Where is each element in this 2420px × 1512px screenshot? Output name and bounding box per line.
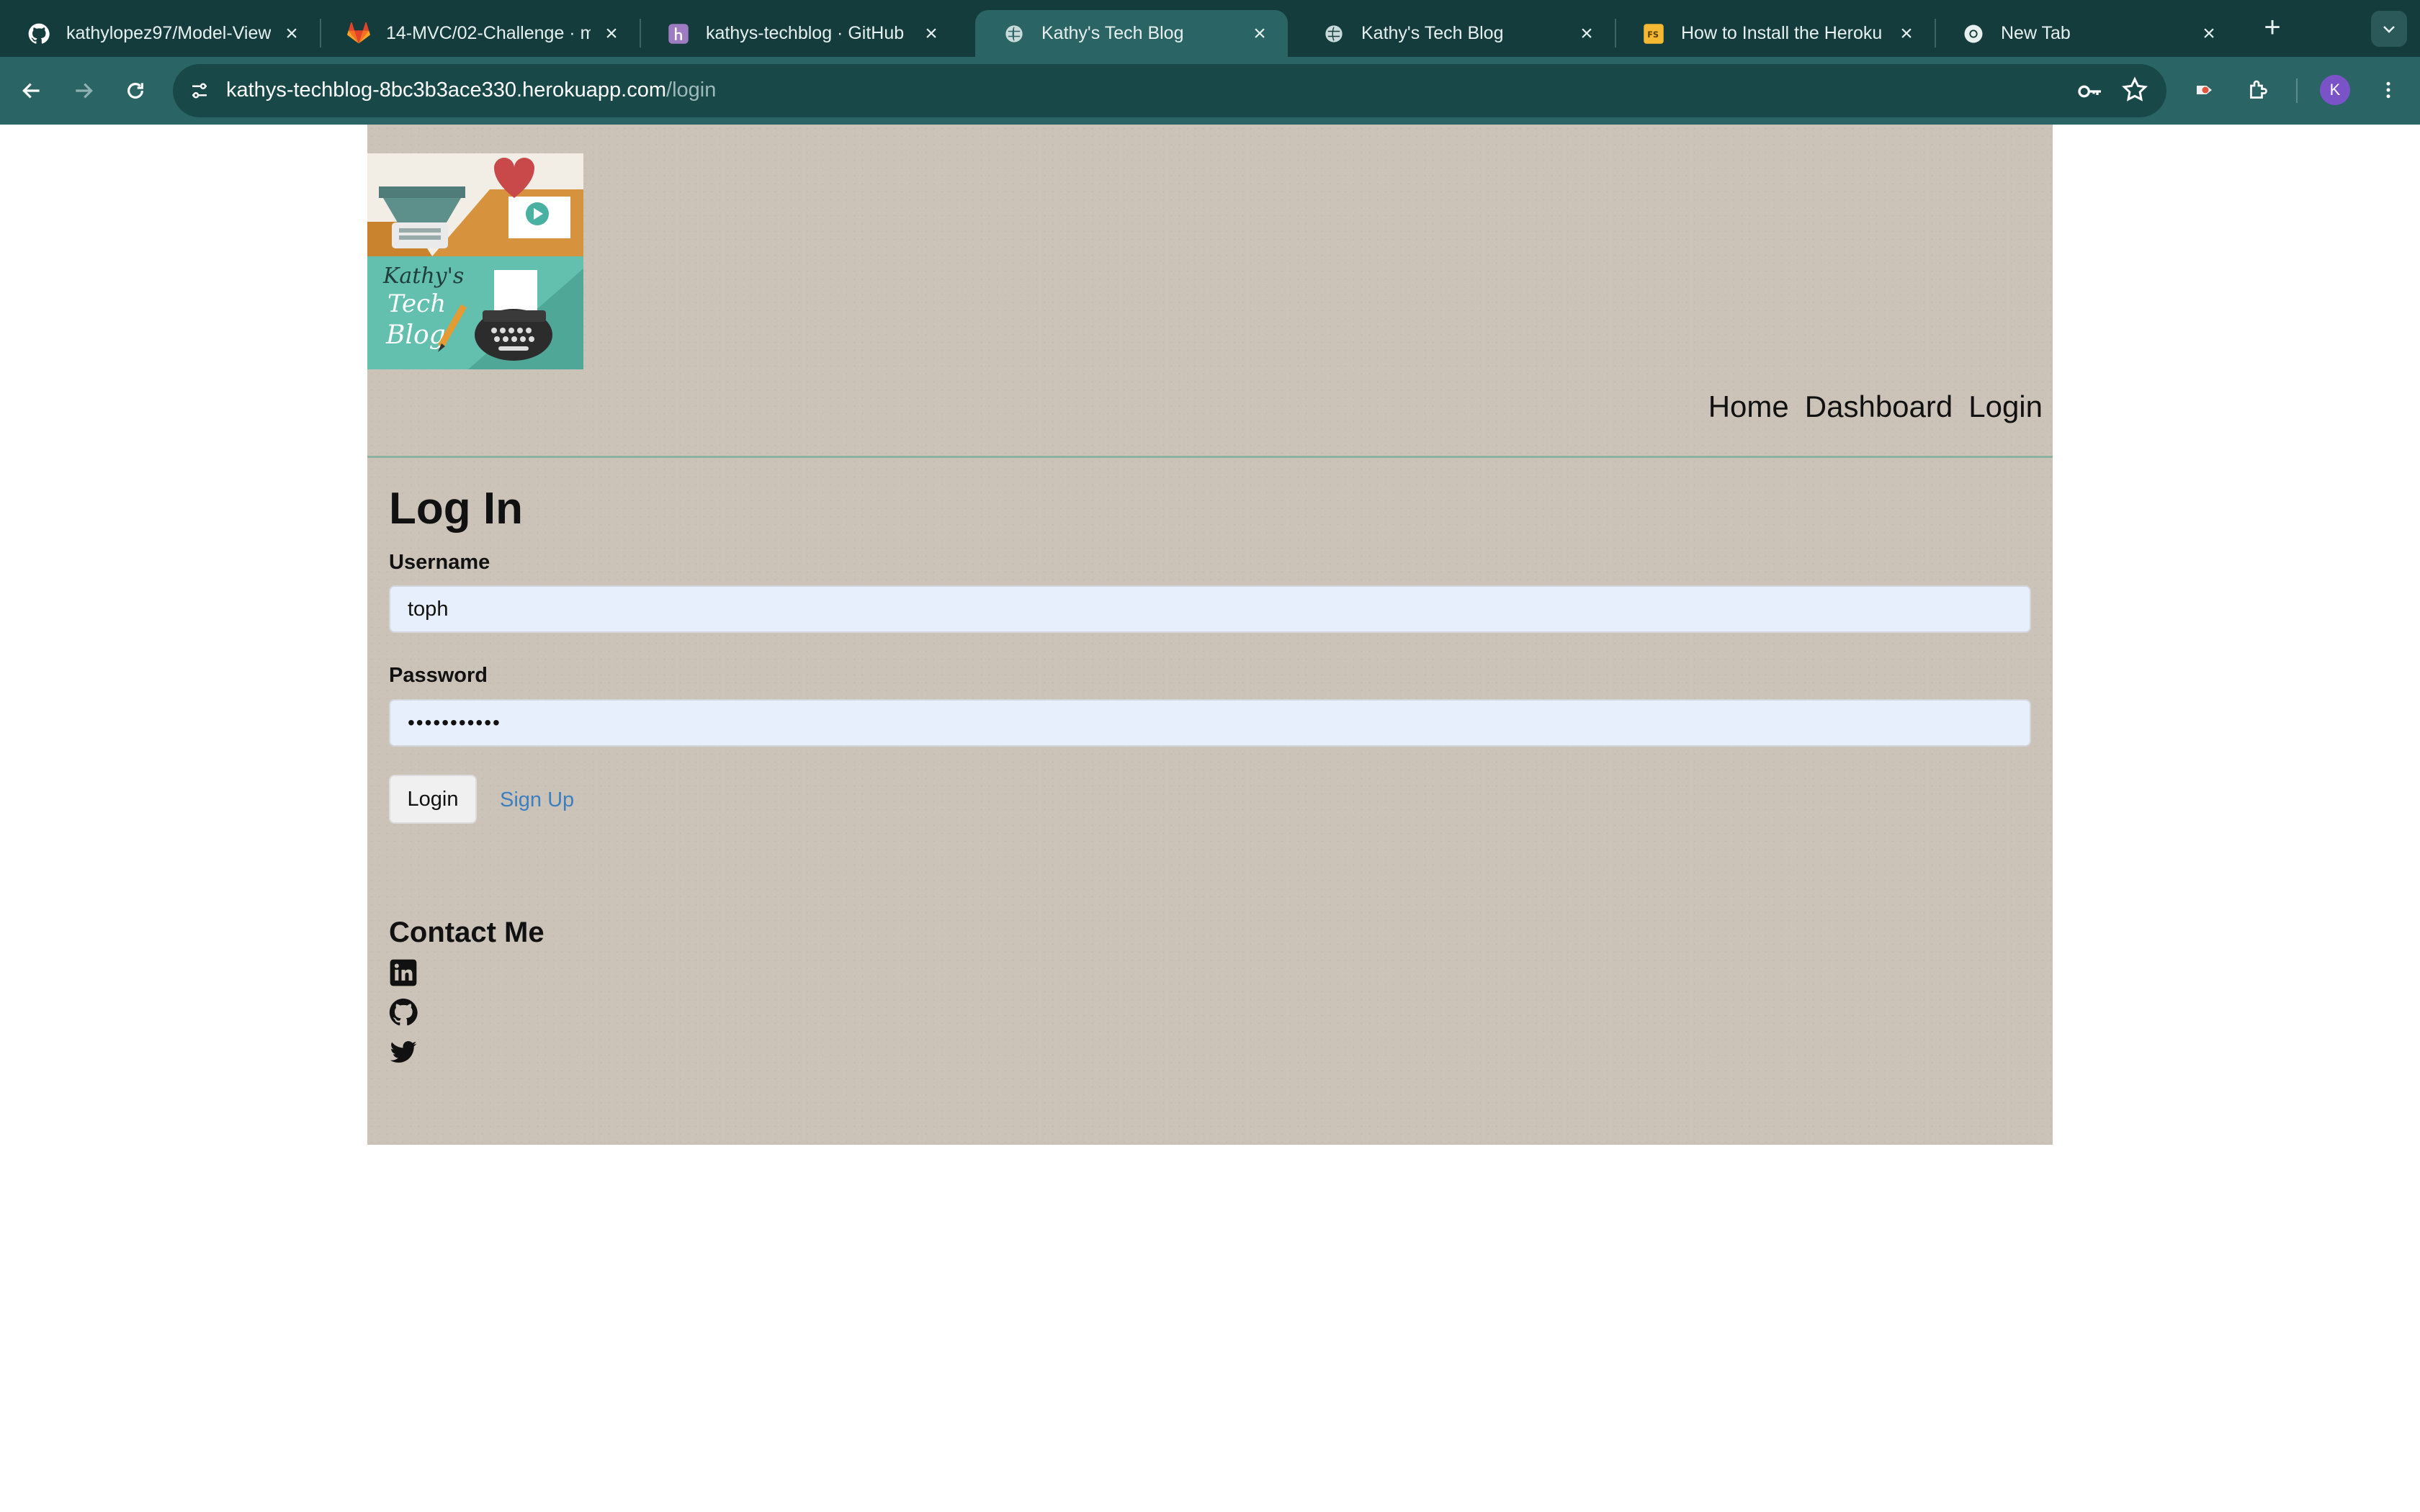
nav-home-link[interactable]: Home	[1708, 390, 1789, 424]
toolbar-divider	[2296, 78, 2298, 103]
chevron-down-icon	[2383, 26, 2395, 33]
tab-strip: kathylopez97/Model-View- × 14-MVC/02-Cha…	[0, 0, 2420, 57]
chrome-icon	[1962, 22, 1985, 45]
tab-search-button[interactable]	[2371, 11, 2407, 47]
gitlab-icon	[347, 22, 370, 45]
logo-text-kathys: Kathy's	[382, 264, 464, 289]
url-text: kathys-techblog-8bc3b3ace330.herokuapp.c…	[226, 78, 716, 102]
login-button[interactable]: Login	[389, 775, 477, 824]
nav-dashboard-link[interactable]: Dashboard	[1805, 390, 1953, 424]
tab-gitlab-challenge[interactable]: 14-MVC/02-Challenge · ma ×	[320, 10, 641, 57]
svg-text:FS: FS	[1647, 30, 1659, 40]
tab-kathys-tech-blog-active[interactable]: Kathy's Tech Blog ×	[975, 10, 1288, 57]
forward-button[interactable]	[66, 73, 101, 108]
extensions-button[interactable]	[2240, 71, 2277, 109]
close-icon[interactable]: ×	[281, 22, 302, 45]
tab-github-repo[interactable]: kathylopez97/Model-View- ×	[0, 10, 321, 57]
tab-title: kathys-techblog · GitHub |	[706, 23, 910, 43]
tab-heroku-github[interactable]: kathys-techblog · GitHub | ×	[640, 10, 959, 57]
tab-title: New Tab	[2001, 23, 2071, 43]
url-path: /login	[666, 78, 717, 102]
twitter-icon[interactable]	[389, 1038, 418, 1067]
linkedin-icon[interactable]	[389, 958, 418, 987]
profile-button[interactable]: K	[2316, 71, 2354, 109]
signup-link[interactable]: Sign Up	[500, 788, 574, 812]
avatar: K	[2320, 75, 2350, 105]
password-label: Password	[389, 664, 488, 687]
record-extension-icon	[2197, 86, 2212, 94]
globe-icon	[1322, 22, 1345, 45]
globe-icon	[1003, 22, 1026, 45]
extension-button[interactable]	[2187, 71, 2224, 109]
url-host: kathys-techblog-8bc3b3ace330.herokuapp.c…	[226, 78, 667, 102]
page-title: Log In	[389, 484, 523, 534]
nav-login-link[interactable]: Login	[1968, 390, 2043, 424]
close-icon[interactable]: ×	[1249, 22, 1270, 45]
key-icon[interactable]	[2076, 77, 2105, 106]
address-bar[interactable]: kathys-techblog-8bc3b3ace330.herokuapp.c…	[173, 64, 2166, 117]
github-icon	[27, 22, 50, 45]
tab-title: 14-MVC/02-Challenge · ma	[386, 23, 591, 43]
tab-new-tab[interactable]: New Tab ×	[1935, 10, 2237, 57]
browser-menu-button[interactable]	[2370, 71, 2407, 109]
kebab-menu-icon	[2386, 81, 2390, 99]
username-input[interactable]: toph	[389, 585, 2031, 633]
new-tab-button[interactable]: +	[2258, 13, 2287, 42]
site-settings-icon[interactable]	[186, 77, 213, 104]
close-icon[interactable]: ×	[601, 22, 622, 45]
site-nav: Home Dashboard Login	[1708, 390, 2043, 424]
tab-title: How to Install the Heroku C	[1681, 23, 1886, 43]
tab-title: Kathy's Tech Blog	[1361, 23, 1504, 43]
reload-icon	[127, 83, 143, 99]
heroku-icon	[667, 22, 690, 45]
close-icon[interactable]: ×	[1896, 22, 1917, 45]
close-icon[interactable]: ×	[920, 22, 942, 45]
browser-toolbar: kathys-techblog-8bc3b3ace330.herokuapp.c…	[0, 57, 2420, 125]
header-divider	[367, 456, 2053, 458]
tab-title: Kathy's Tech Blog	[1041, 23, 1184, 43]
page-container: Kathy's Tech Blog Home Dashboard Login L…	[367, 125, 2053, 1145]
bookmark-star-icon[interactable]	[2120, 76, 2151, 106]
reload-button[interactable]	[118, 73, 153, 108]
password-input[interactable]: •••••••••••	[389, 699, 2031, 747]
contact-heading: Contact Me	[389, 917, 544, 948]
puzzle-icon	[2250, 80, 2267, 99]
logo-text-blog: Blog	[385, 320, 446, 350]
arrow-left-icon	[22, 83, 40, 99]
fs-icon: FS	[1642, 22, 1665, 45]
back-button[interactable]	[14, 73, 49, 108]
site-logo[interactable]: Kathy's Tech Blog	[367, 153, 583, 369]
arrow-right-icon	[76, 83, 93, 99]
tab-heroku-install[interactable]: FS How to Install the Heroku C ×	[1615, 10, 1936, 57]
close-icon[interactable]: ×	[2198, 22, 2220, 45]
tab-kathys-tech-blog[interactable]: Kathy's Tech Blog ×	[1295, 10, 1616, 57]
close-icon[interactable]: ×	[1576, 22, 1597, 45]
logo-text-tech: Tech	[387, 289, 446, 318]
tab-title: kathylopez97/Model-View-	[66, 23, 271, 43]
username-label: Username	[389, 551, 490, 574]
github-icon[interactable]	[389, 998, 418, 1027]
